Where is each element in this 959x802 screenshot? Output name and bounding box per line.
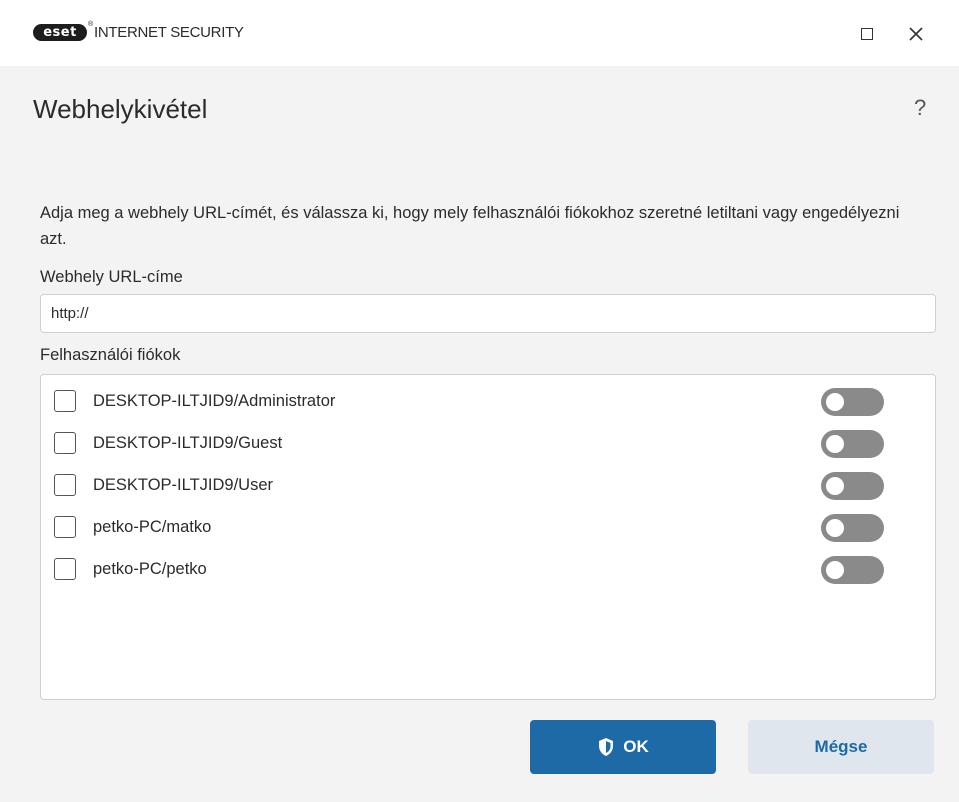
account-checkbox[interactable]	[54, 516, 76, 538]
account-toggle[interactable]	[821, 472, 884, 500]
accounts-list: DESKTOP-ILTJID9/Administrator DESKTOP-IL…	[40, 374, 936, 700]
toggle-knob	[826, 477, 844, 495]
cancel-button[interactable]: Mégse	[748, 720, 934, 774]
registered-mark: ®	[88, 21, 94, 28]
account-name: petko-PC/matko	[93, 518, 212, 536]
account-name: DESKTOP-ILTJID9/User	[93, 476, 274, 494]
account-toggle[interactable]	[821, 556, 884, 584]
account-row: petko-PC/petko	[41, 549, 935, 589]
product-name: INTERNET SECURITY	[94, 24, 244, 41]
account-name: DESKTOP-ILTJID9/Administrator	[93, 392, 336, 410]
toggle-knob	[826, 519, 844, 537]
account-checkbox[interactable]	[54, 474, 76, 496]
titlebar: eset ® INTERNET SECURITY	[0, 0, 959, 66]
accounts-label: Felhasználói fiókok	[40, 346, 181, 364]
maximize-button[interactable]	[853, 20, 881, 48]
account-toggle[interactable]	[821, 430, 884, 458]
account-row: DESKTOP-ILTJID9/User	[41, 465, 935, 505]
account-toggle[interactable]	[821, 514, 884, 542]
account-checkbox[interactable]	[54, 390, 76, 412]
account-name: petko-PC/petko	[93, 560, 207, 578]
close-button[interactable]	[902, 20, 930, 48]
maximize-icon	[861, 28, 873, 40]
account-checkbox[interactable]	[54, 558, 76, 580]
ok-label: OK	[623, 737, 649, 756]
ok-button[interactable]: OK	[530, 720, 716, 774]
toggle-knob	[826, 393, 844, 411]
account-row: DESKTOP-ILTJID9/Guest	[41, 423, 935, 463]
account-row: DESKTOP-ILTJID9/Administrator	[41, 381, 935, 421]
account-toggle[interactable]	[821, 388, 884, 416]
page-title: Webhelykivétel	[33, 94, 208, 124]
close-icon	[909, 27, 923, 41]
toggle-knob	[826, 561, 844, 579]
toggle-knob	[826, 435, 844, 453]
description-text: Adja meg a webhely URL-címét, és válassz…	[40, 204, 900, 248]
url-input[interactable]	[40, 294, 936, 333]
eset-logo: eset	[33, 24, 87, 41]
account-checkbox[interactable]	[54, 432, 76, 454]
dialog-window: eset ® INTERNET SECURITY Webhelykivétel …	[0, 0, 959, 802]
account-row: petko-PC/matko	[41, 507, 935, 547]
account-name: DESKTOP-ILTJID9/Guest	[93, 434, 283, 452]
shield-icon	[599, 738, 614, 756]
help-button[interactable]: ?	[914, 94, 926, 122]
url-label: Webhely URL-címe	[40, 268, 183, 286]
